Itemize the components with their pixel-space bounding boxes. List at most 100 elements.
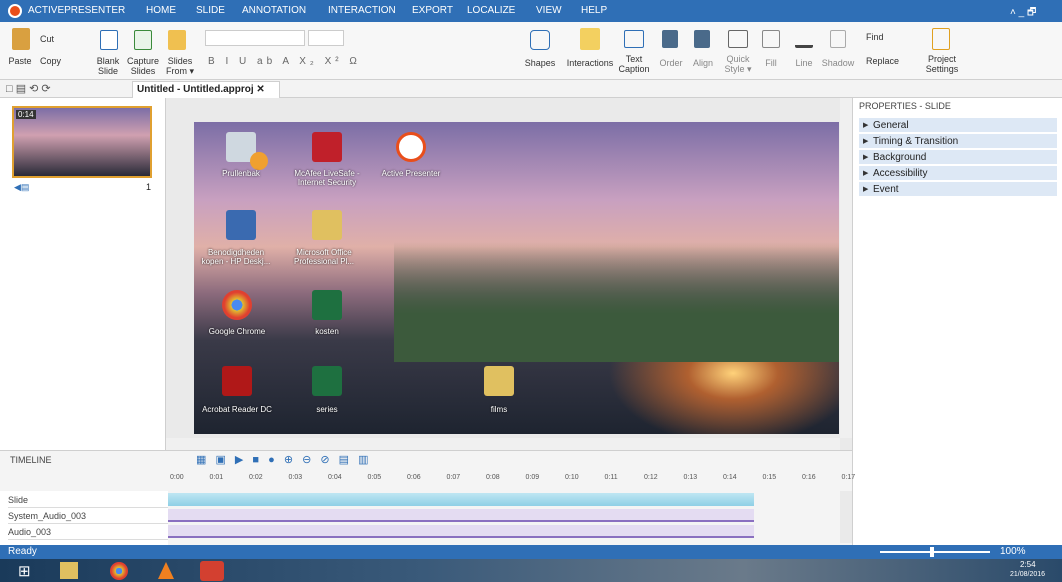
timeline-tick: 0:11 (604, 474, 618, 481)
desktop-label-activepresenter: Active Presenter (381, 169, 441, 178)
tab-help[interactable]: HELP (581, 5, 607, 16)
project-settings-icon (932, 28, 950, 50)
tab-export[interactable]: EXPORT (412, 5, 453, 16)
paste-button[interactable]: Paste (4, 56, 36, 66)
tab-slide[interactable]: SLIDE (196, 5, 225, 16)
timeline-scrollbar[interactable] (840, 491, 852, 543)
fill-button[interactable]: Fill (756, 58, 786, 68)
desktop-label-films: films (490, 405, 508, 414)
folder-icon[interactable] (312, 210, 342, 240)
section-accessibility[interactable]: Accessibility (859, 166, 1057, 181)
file-explorer-icon[interactable] (60, 562, 78, 579)
tab-localize[interactable]: LOCALIZE (467, 5, 515, 16)
acrobat-icon[interactable] (222, 366, 252, 396)
slide-thumbnail[interactable]: 0:14 (12, 106, 152, 178)
zoom-level: 100% (1000, 546, 1026, 557)
section-background[interactable]: Background (859, 150, 1057, 165)
quick-access-icons[interactable]: □ ▤ ⟲ ⟳ (6, 82, 51, 95)
app-logo-icon (8, 4, 22, 18)
properties-header: PROPERTIES - SLIDE (859, 101, 951, 111)
zoom-slider-thumb[interactable] (930, 547, 934, 557)
timeline-tick: 0:13 (683, 474, 698, 481)
order-icon (662, 30, 678, 48)
canvas-vertical-scrollbar[interactable] (840, 98, 852, 438)
shadow-button[interactable]: Shadow (820, 58, 856, 68)
timeline-tick: 0:17 (841, 474, 856, 481)
shadow-icon (830, 30, 846, 48)
timeline-tick: 0:00 (170, 474, 184, 481)
interactions-button[interactable]: Interactions (560, 58, 620, 68)
line-icon (795, 30, 813, 48)
status-bar: Ready 100% (0, 545, 1062, 559)
order-button[interactable]: Order (656, 58, 686, 68)
tab-home[interactable]: HOME (146, 5, 176, 16)
clock-time: 2:54 (1020, 560, 1036, 569)
slide-canvas[interactable]: Prullenbak McAfee LiveSafe - Internet Se… (194, 122, 839, 434)
audio-clip[interactable] (168, 525, 754, 538)
timeline-tick: 0:05 (367, 474, 382, 481)
blank-slide-button[interactable]: Blank Slide (92, 56, 124, 76)
excel-series-icon[interactable] (312, 366, 342, 396)
quick-style-button[interactable]: Quick Style ▾ (722, 54, 754, 74)
timeline-tick: 0:12 (644, 474, 658, 481)
copy-button[interactable]: Copy (40, 56, 80, 66)
hp-printer-icon[interactable] (226, 210, 256, 240)
active-presenter-icon[interactable] (396, 132, 426, 162)
timeline-tick: 0:06 (407, 474, 421, 481)
timeline-tick: 0:10 (565, 474, 579, 481)
replace-button[interactable]: Replace (866, 56, 916, 66)
track-list: Slide System_Audio_003 Audio_003 (0, 491, 168, 546)
mcafee-icon[interactable] (312, 132, 342, 162)
track-audio[interactable]: Audio_003 (8, 525, 168, 540)
chrome-taskbar-icon[interactable] (110, 562, 128, 580)
system-audio-clip[interactable] (168, 509, 754, 522)
desktop-label-series: series (316, 405, 338, 414)
capture-slides-button[interactable]: Capture Slides (126, 56, 160, 76)
zoom-slider[interactable] (880, 551, 990, 553)
track-slide[interactable]: Slide (8, 493, 168, 508)
hills (394, 242, 839, 362)
window-controls[interactable]: ˄ _ 🗗 (1010, 5, 1036, 22)
line-button[interactable]: Line (789, 58, 819, 68)
formatting-toolbar[interactable]: B I U ab A X₂ X² Ω (208, 56, 518, 70)
thumb-time: 0:14 (16, 110, 36, 119)
excel-kosten-icon[interactable] (312, 290, 342, 320)
tab-interaction[interactable]: INTERACTION (328, 5, 396, 16)
font-size-select[interactable] (308, 30, 344, 46)
track-system-audio[interactable]: System_Audio_003 (8, 509, 168, 524)
desktop-label-benodigdheden: Benodigdheden kopen - HP Deskj... (201, 248, 271, 266)
timeline-tick: 0:03 (288, 474, 303, 481)
paste-icon (12, 28, 30, 50)
cut-button[interactable]: Cut (40, 34, 76, 44)
capture-slides-icon (134, 30, 152, 50)
slides-from-button[interactable]: Slides From ▾ (162, 56, 198, 76)
blank-slide-icon (100, 30, 118, 50)
quick-access-bar: □ ▤ ⟲ ⟳ Untitled - Untitled.approj ✕ (0, 80, 1062, 98)
tab-view[interactable]: VIEW (536, 5, 562, 16)
section-general[interactable]: General (859, 118, 1057, 133)
document-tab[interactable]: Untitled - Untitled.approj ✕ (132, 81, 280, 98)
chrome-icon[interactable] (222, 290, 252, 320)
desktop-label-chrome: Google Chrome (208, 327, 266, 336)
slide-track-bar[interactable] (168, 493, 754, 506)
section-timing-transition[interactable]: Timing & Transition (859, 134, 1057, 149)
font-family-select[interactable] (205, 30, 305, 46)
timeline-toolbar[interactable]: ▦ ▣ ▶ ■ ● ⊕ ⊖ ⊘ ▤ ▥ (196, 453, 371, 466)
timeline-tick: 0:16 (802, 474, 816, 481)
find-button[interactable]: Find (866, 32, 906, 42)
shapes-button[interactable]: Shapes (520, 58, 560, 68)
section-event[interactable]: Event (859, 182, 1057, 197)
quick-style-icon (728, 30, 748, 48)
tab-annotation[interactable]: ANNOTATION (242, 5, 306, 16)
films-folder-icon[interactable] (484, 366, 514, 396)
desktop-label-prullenbak: Prullenbak (222, 169, 260, 178)
activepresenter-taskbar-icon[interactable] (200, 561, 224, 581)
text-caption-button[interactable]: Text Caption (618, 54, 650, 74)
canvas-horizontal-scrollbar[interactable] (166, 438, 840, 450)
vlc-icon[interactable] (158, 562, 174, 579)
project-settings-button[interactable]: Project Settings (922, 54, 962, 74)
timeline-pane: TIMELINE ▦ ▣ ▶ ■ ● ⊕ ⊖ ⊘ ▤ ▥ Slide Syste… (0, 450, 852, 546)
windows-start-icon[interactable]: ⊞ (18, 562, 31, 580)
align-button[interactable]: Align (688, 58, 718, 68)
slides-from-icon (168, 30, 186, 50)
